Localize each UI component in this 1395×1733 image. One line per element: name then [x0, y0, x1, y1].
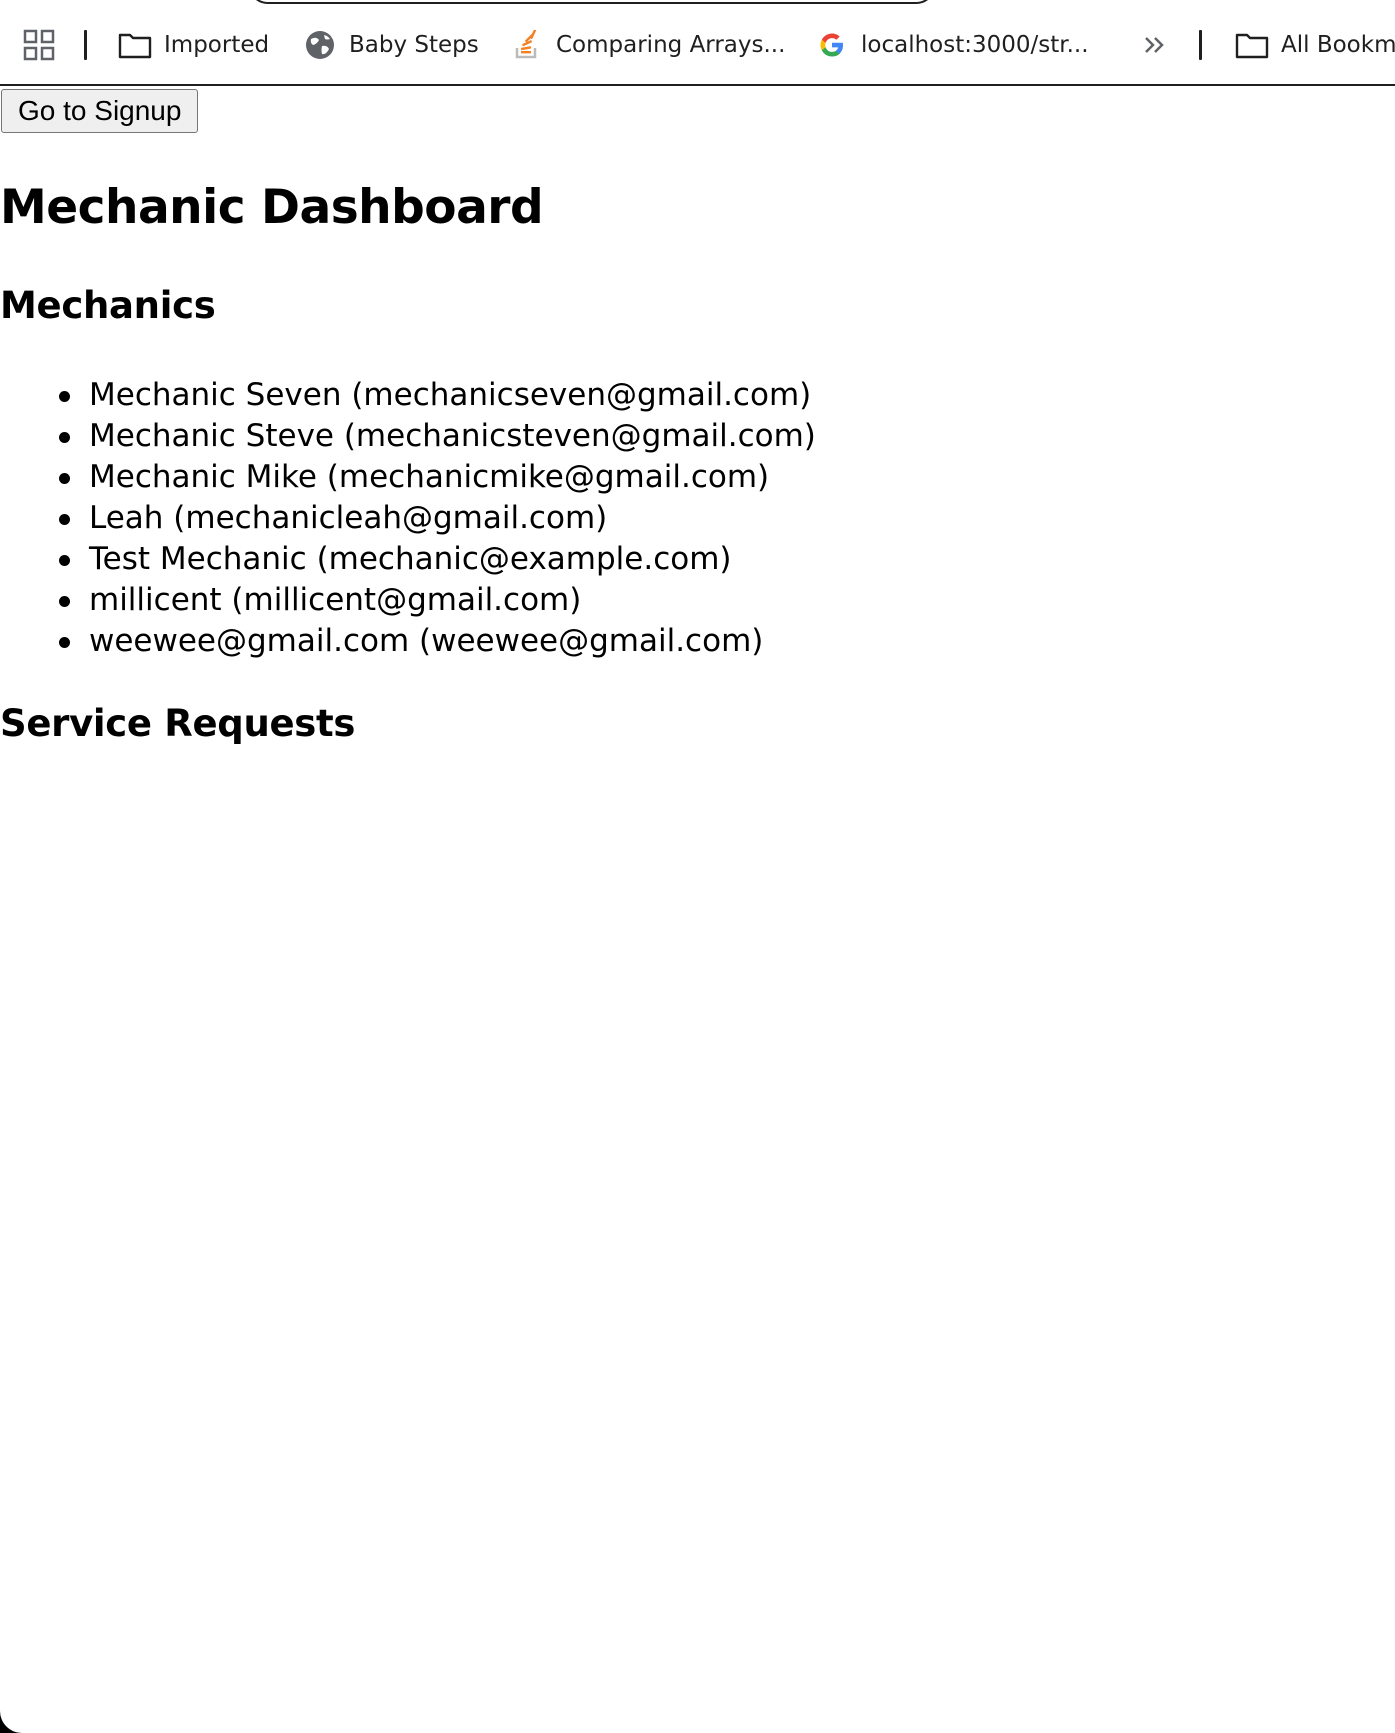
google-icon: [815, 28, 849, 62]
bookmark-label: Imported: [164, 32, 270, 58]
bullet-icon: [59, 555, 70, 566]
browser-window: Imported Baby Steps Comparing Arrays... …: [0, 0, 1395, 1733]
service-requests-heading: Service Requests: [0, 702, 356, 745]
bookmark-label: Baby Steps: [349, 32, 479, 58]
mechanic-entry: Test Mechanic (mechanic@example.com): [89, 541, 732, 577]
list-item: Mechanic Mike (mechanicmike@gmail.com): [0, 457, 816, 498]
bookmark-localhost[interactable]: localhost:3000/str...: [815, 22, 1089, 68]
globe-icon: [303, 28, 337, 62]
go-to-signup-button[interactable]: Go to Signup: [1, 89, 199, 133]
list-item: Mechanic Seven (mechanicseven@gmail.com): [0, 375, 816, 416]
mechanic-entry: Leah (mechanicleah@gmail.com): [89, 500, 608, 536]
page-title: Mechanic Dashboard: [0, 180, 544, 235]
bookmarks-divider: [1199, 30, 1202, 60]
bullet-icon: [59, 432, 70, 443]
mechanic-entry: Mechanic Seven (mechanicseven@gmail.com): [89, 377, 812, 413]
bookmark-imported[interactable]: Imported: [118, 22, 269, 68]
bullet-icon: [59, 514, 70, 525]
mechanics-list: Mechanic Seven (mechanicseven@gmail.com)…: [0, 375, 816, 662]
bullet-icon: [59, 473, 70, 484]
folder-icon: [1235, 28, 1269, 62]
all-bookmarks-label: All Bookm: [1281, 32, 1395, 58]
mechanic-entry: weewee@gmail.com (weewee@gmail.com): [89, 623, 764, 659]
bullet-icon: [59, 596, 70, 607]
mechanic-entry: millicent (millicent@gmail.com): [89, 582, 582, 618]
all-bookmarks-folder[interactable]: All Bookm: [1235, 22, 1395, 68]
mechanics-heading: Mechanics: [0, 284, 216, 327]
bookmarks-divider: [84, 30, 87, 60]
bookmark-label: Comparing Arrays...: [556, 32, 786, 58]
bookmark-comparing-arrays[interactable]: Comparing Arrays...: [510, 22, 785, 68]
list-item: Test Mechanic (mechanic@example.com): [0, 539, 816, 580]
folder-icon: [118, 28, 152, 62]
list-item: Mechanic Steve (mechanicsteven@gmail.com…: [0, 416, 816, 457]
list-item: Leah (mechanicleah@gmail.com): [0, 498, 816, 539]
mechanic-entry: Mechanic Mike (mechanicmike@gmail.com): [89, 459, 770, 495]
list-item: millicent (millicent@gmail.com): [0, 580, 816, 621]
bullet-icon: [59, 637, 70, 648]
bookmark-label: localhost:3000/str...: [861, 32, 1089, 58]
apps-grid-icon[interactable]: [22, 22, 56, 68]
stackoverflow-icon: [510, 28, 544, 62]
bullet-icon: [59, 391, 70, 402]
mechanic-entry: Mechanic Steve (mechanicsteven@gmail.com…: [89, 418, 816, 454]
more-bookmarks-chevron-icon[interactable]: [1142, 22, 1168, 68]
list-item: weewee@gmail.com (weewee@gmail.com): [0, 621, 816, 662]
bookmark-baby-steps[interactable]: Baby Steps: [303, 22, 479, 68]
bookmarks-bar: Imported Baby Steps Comparing Arrays... …: [0, 0, 1395, 86]
